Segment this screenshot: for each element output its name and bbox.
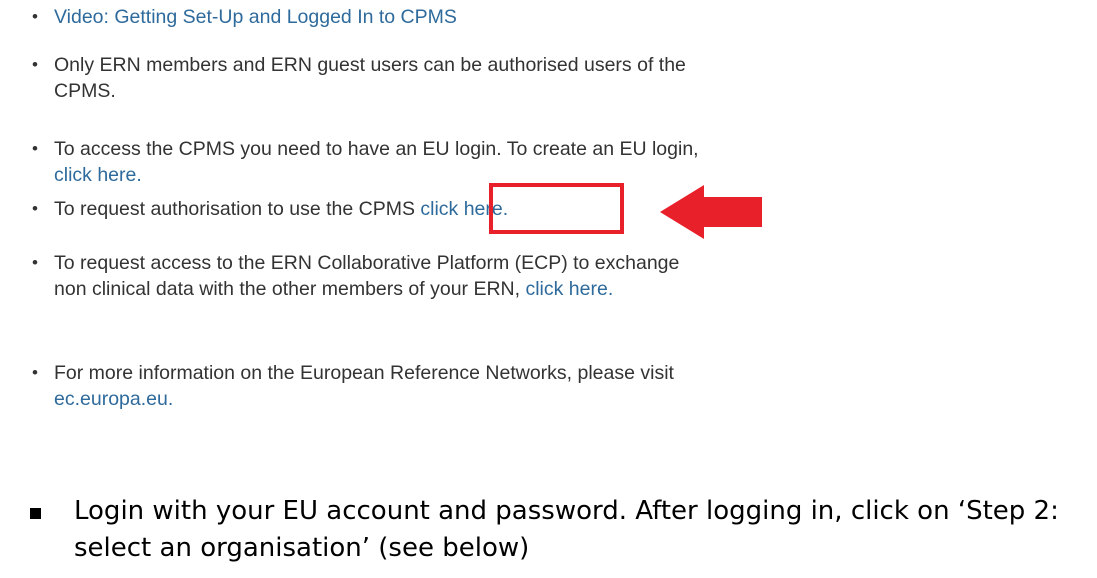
create-eu-login-link[interactable]: click here. xyxy=(54,164,142,186)
bullet-dot: • xyxy=(32,139,38,158)
ec-europa-link[interactable]: ec.europa.eu. xyxy=(54,388,173,410)
list-item-text-part: For more information on the European Ref… xyxy=(54,362,674,384)
highlight-box xyxy=(489,183,624,234)
list-item-text-part: To access the CPMS you need to have an E… xyxy=(54,138,699,160)
list-item-text: Video: Getting Set-Up and Logged In to C… xyxy=(54,4,734,30)
list-item-text: To access the CPMS you need to have an E… xyxy=(54,136,734,188)
list-item-text-part: To request authorisation to use the CPMS xyxy=(54,198,421,220)
arrow-left-icon xyxy=(660,185,762,239)
request-ecp-access-link[interactable]: click here. xyxy=(525,278,613,300)
list-item-text: Only ERN members and ERN guest users can… xyxy=(54,54,686,102)
list-item-text: For more information on the European Ref… xyxy=(54,360,694,412)
slide-bullet-text: Login with your EU account and password.… xyxy=(74,496,1059,563)
list-item-text: To request authorisation to use the CPMS… xyxy=(54,196,734,222)
bullet-dot: • xyxy=(32,199,38,218)
video-setup-link[interactable]: Video: Getting Set-Up and Logged In to C… xyxy=(54,6,457,28)
bullet-dot: • xyxy=(32,7,38,26)
list-item-text: To request access to the ERN Collaborati… xyxy=(54,250,714,302)
bullet-dot: • xyxy=(32,253,38,272)
bullet-dot: • xyxy=(32,55,38,74)
bullet-dot: • xyxy=(32,363,38,382)
square-bullet-icon xyxy=(30,508,41,519)
